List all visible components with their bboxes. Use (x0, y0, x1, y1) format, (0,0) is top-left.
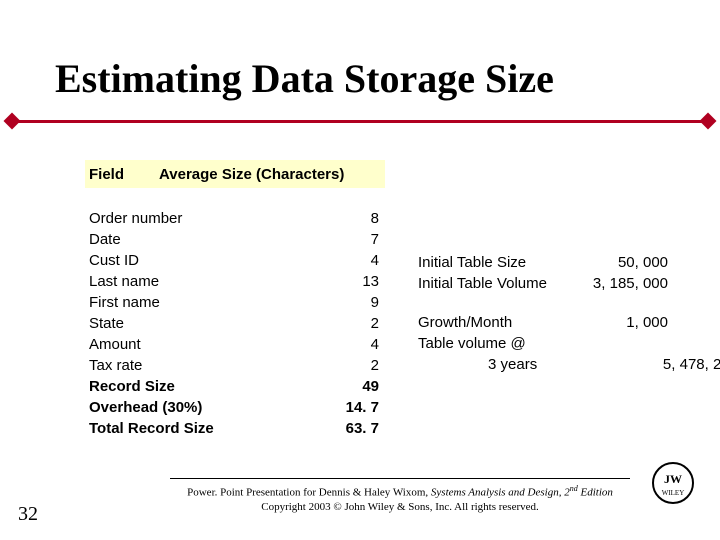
spacer (418, 294, 720, 312)
summary-label: Growth/Month (418, 312, 578, 333)
summary-label: Initial Table Size (418, 252, 578, 273)
summary-label: Table volume @ (418, 333, 578, 354)
rule-diamond-right (700, 113, 717, 130)
footer-line1d: Edition (578, 487, 613, 499)
summary-label: Initial Table Volume (418, 273, 578, 294)
field-name: State (89, 313, 339, 334)
table-row: Amount4 (89, 334, 379, 355)
summary-row: Initial Table Size50, 000 (418, 252, 720, 273)
field-value: 14. 7 (339, 397, 379, 418)
table-row: Record Size49 (89, 376, 379, 397)
footer-rule (170, 478, 630, 479)
summary-value: 5, 478, 200 (648, 354, 720, 375)
table-row: State2 (89, 313, 379, 334)
wiley-logo: JW WILEY (651, 461, 695, 510)
table-row: First name9 (89, 292, 379, 313)
table-row: Total Record Size63. 7 (89, 418, 379, 439)
footer-line1a: Power. Point Presentation for Dennis & H… (187, 487, 431, 499)
field-name: Cust ID (89, 250, 339, 271)
publisher-logo-icon: JW WILEY (651, 461, 695, 505)
summary-value: 50, 000 (578, 252, 668, 273)
title-rule (10, 120, 710, 123)
field-value: 7 (339, 229, 379, 250)
footer-line2: Copyright 2003 © John Wiley & Sons, Inc.… (261, 501, 539, 513)
footer-line1c: nd (570, 484, 578, 493)
summary-label: 3 years (418, 354, 648, 375)
rule-diamond-left (4, 113, 21, 130)
summary-row: Table volume @ (418, 333, 720, 354)
field-list: Order number8 Date7 Cust ID4 Last name13… (89, 208, 379, 439)
svg-text:JW: JW (664, 472, 682, 486)
summary-row: Initial Table Volume3, 185, 000 (418, 273, 720, 294)
field-value: 63. 7 (339, 418, 379, 439)
page-number: 32 (18, 503, 38, 526)
field-value: 49 (339, 376, 379, 397)
slide: Estimating Data Storage Size Field Avera… (0, 0, 720, 540)
table-row: Tax rate2 (89, 355, 379, 376)
page-title: Estimating Data Storage Size (55, 55, 554, 102)
table-row: Overhead (30%)14. 7 (89, 397, 379, 418)
table-header: Field Average Size (Characters) (85, 160, 385, 188)
field-name: Amount (89, 334, 339, 355)
summary-value: 1, 000 (578, 312, 668, 333)
field-name: Tax rate (89, 355, 339, 376)
svg-text:WILEY: WILEY (662, 489, 685, 497)
footer-text: Power. Point Presentation for Dennis & H… (170, 482, 630, 514)
field-value: 2 (339, 355, 379, 376)
summary-value: 3, 185, 000 (578, 273, 668, 294)
summary-row: Growth/Month1, 000 (418, 312, 720, 333)
field-name: Date (89, 229, 339, 250)
table-row: Last name13 (89, 271, 379, 292)
field-value: 4 (339, 250, 379, 271)
footer-line1b: Systems Analysis and Design, 2 (431, 487, 570, 499)
field-value: 2 (339, 313, 379, 334)
summary-block: Initial Table Size50, 000 Initial Table … (418, 252, 720, 375)
field-name: Last name (89, 271, 339, 292)
field-name: First name (89, 292, 339, 313)
table-header-field: Field (85, 166, 149, 183)
summary-row: 3 years5, 478, 200 (418, 354, 720, 375)
field-value: 8 (339, 208, 379, 229)
table-row: Date7 (89, 229, 379, 250)
table-header-avg: Average Size (Characters) (149, 166, 385, 183)
field-name: Order number (89, 208, 339, 229)
field-name: Overhead (30%) (89, 397, 339, 418)
table-row: Cust ID4 (89, 250, 379, 271)
field-value: 13 (339, 271, 379, 292)
summary-value (578, 333, 668, 354)
field-value: 9 (339, 292, 379, 313)
table-row: Order number8 (89, 208, 379, 229)
field-name: Total Record Size (89, 418, 339, 439)
field-name: Record Size (89, 376, 339, 397)
field-value: 4 (339, 334, 379, 355)
